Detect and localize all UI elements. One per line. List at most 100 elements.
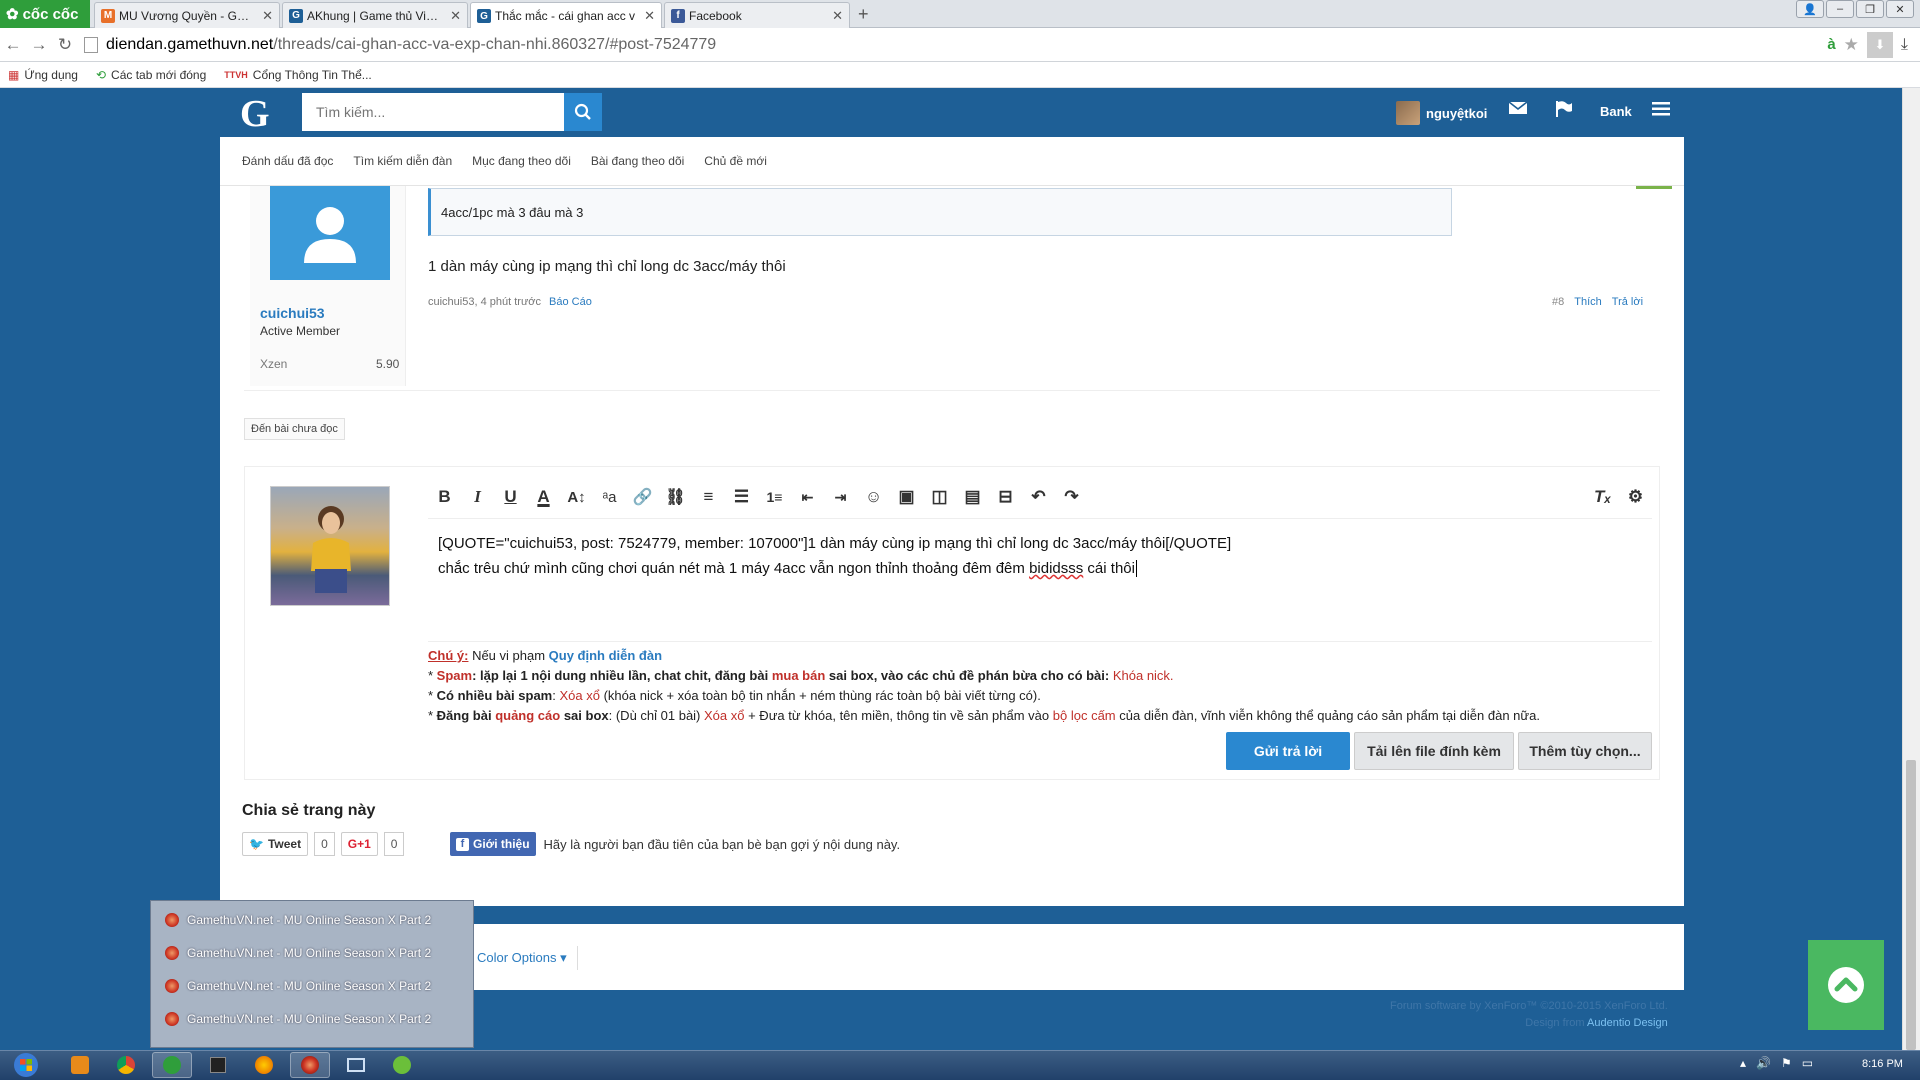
alerts-button[interactable]: [1554, 100, 1574, 121]
upload-attachment-button[interactable]: Tải lên file đính kèm: [1354, 732, 1514, 770]
back-icon[interactable]: ←: [0, 35, 26, 55]
post-author-name[interactable]: cuichui53: [260, 305, 325, 321]
close-window-icon[interactable]: ✕: [1886, 0, 1914, 18]
show-hidden-icons[interactable]: ▴: [1740, 1056, 1746, 1070]
taskbar-clock[interactable]: 8:16 PM: [1862, 1058, 1903, 1070]
text-color-icon[interactable]: A: [527, 482, 560, 512]
close-tab-icon[interactable]: ✕: [450, 8, 461, 24]
taskbar-firefox[interactable]: [244, 1052, 284, 1078]
gplus-button[interactable]: G+1: [340, 832, 378, 856]
windows-taskbar: [0, 1050, 1920, 1080]
browser-brand-logo[interactable]: ✿ cốc cốc: [0, 0, 90, 28]
post-author-avatar[interactable]: [270, 186, 390, 280]
url-field[interactable]: diendan.gamethuvn.net/threads/cai-ghan-a…: [106, 36, 1827, 54]
scrollbar-thumb[interactable]: [1906, 760, 1916, 1050]
minimize-icon[interactable]: –: [1826, 0, 1854, 18]
bookmark-ttvh[interactable]: TTVH Cổng Thông Tin Thể...: [224, 68, 371, 82]
profile-icon[interactable]: 👤: [1796, 0, 1824, 18]
unlink-icon[interactable]: ⛓: [659, 482, 692, 512]
close-tab-icon[interactable]: ✕: [262, 8, 273, 24]
forum-rules-link[interactable]: Quy định diễn đàn: [549, 648, 662, 663]
post-date[interactable]: cuichui53, 4 phút trước: [428, 296, 541, 308]
back-to-top-button[interactable]: [1808, 940, 1884, 1030]
subnav-mark-read[interactable]: Đánh dấu đã đọc: [242, 154, 333, 168]
window-item[interactable]: GamethuVN.net - MU Online Season X Part …: [165, 1004, 431, 1034]
tab-akhung[interactable]: G AKhung | Game thủ Việt N ✕: [282, 2, 468, 28]
start-button[interactable]: [4, 1050, 48, 1080]
translate-icon[interactable]: à: [1827, 36, 1835, 53]
font-family-icon[interactable]: ᵃa: [593, 482, 626, 512]
bookmark-recent-tabs[interactable]: ⟲ Các tab mới đóng: [96, 68, 206, 82]
tab-mu-vuong-quyen[interactable]: M MU Vương Quyền - Game ✕: [94, 2, 280, 28]
bookmark-star-icon[interactable]: ★: [1844, 35, 1859, 55]
go-to-unread-button[interactable]: Đến bài chưa đọc: [244, 418, 345, 440]
window-item[interactable]: GamethuVN.net - MU Online Season X Part …: [165, 905, 431, 935]
indent-icon[interactable]: ⇥: [824, 482, 857, 512]
subnav-watched-posts[interactable]: Bài đang theo dõi: [591, 154, 684, 168]
post-reply-button[interactable]: Gửi trả lời: [1226, 732, 1350, 770]
smilie-icon[interactable]: ☺: [857, 482, 890, 512]
link-icon[interactable]: 🔗: [626, 482, 659, 512]
downloads-icon[interactable]: ⤓: [1901, 36, 1908, 54]
window-item[interactable]: GamethuVN.net - MU Online Season X Part …: [165, 938, 431, 968]
bookmark-apps[interactable]: ▦ Ứng dụng: [8, 68, 78, 82]
close-tab-icon[interactable]: ✕: [644, 8, 655, 24]
outdent-icon[interactable]: ⇤: [791, 482, 824, 512]
font-size-icon[interactable]: A↕: [560, 482, 593, 512]
remove-formatting-icon[interactable]: Tₓ: [1586, 482, 1619, 512]
more-options-button[interactable]: Thêm tùy chọn...: [1518, 732, 1652, 770]
numbered-list-icon[interactable]: 1≡: [758, 482, 791, 512]
tab-facebook[interactable]: f Facebook ✕: [664, 2, 850, 28]
bank-link[interactable]: Bank: [1600, 104, 1632, 119]
user-menu[interactable]: nguyệtkoi: [1396, 100, 1487, 126]
action-center-flag-icon[interactable]: ⚑: [1781, 1056, 1792, 1070]
taskbar-unikey[interactable]: [382, 1052, 422, 1078]
bulleted-list-icon[interactable]: ☰: [725, 482, 758, 512]
toggle-bbcode-icon[interactable]: ⚙: [1619, 482, 1652, 512]
menu-button[interactable]: [1652, 102, 1670, 119]
reply-link[interactable]: Trả lời: [1612, 296, 1643, 308]
close-tab-icon[interactable]: ✕: [832, 8, 843, 24]
forward-icon[interactable]: →: [26, 35, 52, 55]
facebook-recommend-button[interactable]: f Giới thiệu: [450, 832, 536, 856]
new-tab-icon[interactable]: +: [858, 4, 869, 25]
inbox-button[interactable]: [1508, 100, 1528, 119]
network-icon[interactable]: ▭: [1802, 1056, 1813, 1070]
volume-icon[interactable]: 🔊: [1756, 1056, 1771, 1070]
underline-icon[interactable]: U: [494, 482, 527, 512]
taskbar-explorer[interactable]: [336, 1052, 376, 1078]
insert-icon[interactable]: ▤: [956, 482, 989, 512]
color-options-menu[interactable]: Color Options ▾: [466, 946, 578, 970]
tab-thac-mac[interactable]: G Thắc mắc - cái ghan acc v ✕: [470, 2, 662, 29]
subnav-search-forum[interactable]: Tìm kiếm diễn đàn: [353, 154, 452, 168]
image-icon[interactable]: ▣: [890, 482, 923, 512]
download-media-icon[interactable]: ⬇: [1866, 31, 1893, 58]
italic-icon[interactable]: I: [461, 482, 494, 512]
window-item[interactable]: GamethuVN.net - MU Online Season X Part …: [165, 971, 431, 1001]
undo-icon[interactable]: ↶: [1022, 482, 1055, 512]
search-input[interactable]: [302, 93, 564, 131]
bold-icon[interactable]: B: [428, 482, 461, 512]
report-link[interactable]: Báo Cáo: [549, 296, 592, 308]
taskbar-app[interactable]: [198, 1052, 238, 1078]
audentio-link[interactable]: Audentio Design: [1587, 1017, 1668, 1029]
save-draft-icon[interactable]: ⊟: [989, 482, 1022, 512]
message-editor[interactable]: [QUOTE="cuichui53, post: 7524779, member…: [428, 518, 1652, 642]
subnav-watched-threads[interactable]: Mục đang theo dõi: [472, 154, 571, 168]
reload-icon[interactable]: ↻: [52, 35, 78, 55]
align-icon[interactable]: ≡: [692, 482, 725, 512]
media-icon[interactable]: ◫: [923, 482, 956, 512]
taskbar-coccoc[interactable]: [152, 1052, 192, 1078]
restore-icon[interactable]: ❐: [1856, 0, 1884, 18]
post-number[interactable]: #8: [1552, 296, 1564, 308]
redo-icon[interactable]: ↷: [1055, 482, 1088, 512]
taskbar-mu-online[interactable]: [290, 1052, 330, 1078]
current-user-avatar[interactable]: [270, 486, 390, 606]
forum-logo[interactable]: G: [240, 92, 270, 136]
taskbar-media-player[interactable]: [60, 1052, 100, 1078]
taskbar-chrome[interactable]: [106, 1052, 146, 1078]
subnav-new-threads[interactable]: Chủ đề mới: [704, 154, 767, 168]
search-button[interactable]: [564, 93, 602, 131]
like-link[interactable]: Thích: [1574, 296, 1602, 308]
tweet-button[interactable]: 🐦 Tweet: [242, 832, 309, 856]
